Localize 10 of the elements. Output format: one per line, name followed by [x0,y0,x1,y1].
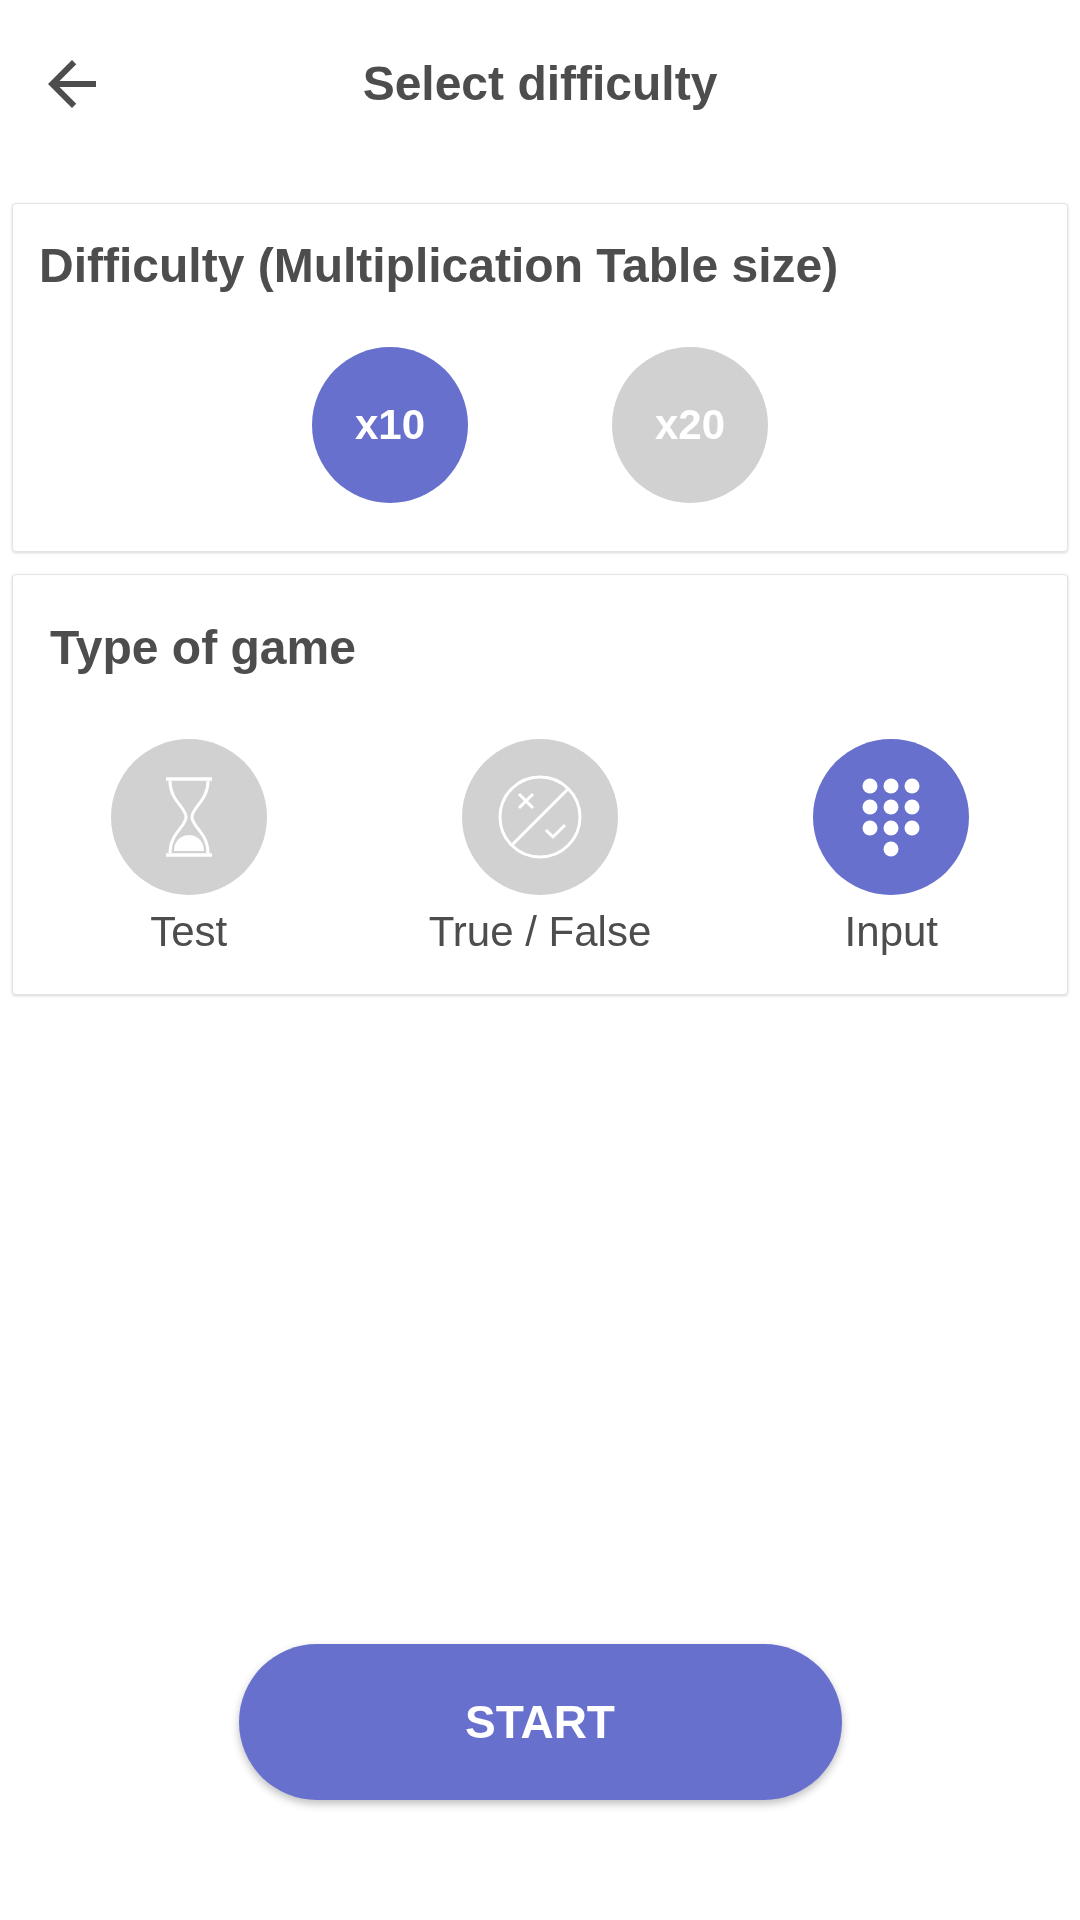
screen-title: Select difficulty [362,56,718,113]
back-arrow-icon [48,60,96,108]
difficulty-option[interactable]: x10 [312,346,468,503]
back-button[interactable] [48,60,96,108]
section-title: Type of game [50,619,357,676]
start-button[interactable]: START [238,1644,842,1800]
game-type-option[interactable]: Test [110,739,267,958]
game-type-option[interactable]: Input [813,739,970,958]
section-title: Difficulty (Multiplication Table size) [39,238,840,294]
game-type-option[interactable]: True / False [428,739,652,958]
